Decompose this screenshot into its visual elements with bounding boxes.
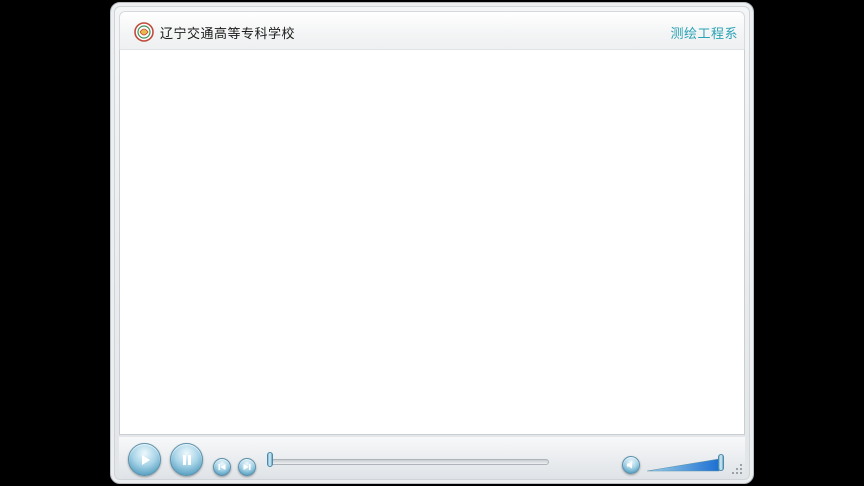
volume-handle[interactable] (718, 454, 724, 471)
seek-bar[interactable] (269, 459, 549, 465)
title-bar: 辽宁交通高等专科学校 测绘工程系 (119, 11, 745, 49)
resize-grip-icon[interactable] (731, 463, 743, 475)
school-logo-icon (134, 22, 154, 42)
next-button[interactable] (238, 458, 256, 476)
pause-icon (182, 454, 191, 465)
school-name: 辽宁交通高等专科学校 (160, 27, 296, 42)
play-button[interactable] (128, 443, 161, 476)
play-icon (141, 454, 150, 465)
mute-button[interactable] (622, 456, 640, 474)
control-bar (119, 437, 745, 479)
department-name: 测绘工程系 (670, 27, 738, 42)
previous-icon (218, 464, 226, 470)
speaker-icon (627, 461, 632, 469)
pause-button[interactable] (170, 443, 203, 476)
video-player-window: 辽宁交通高等专科学校 测绘工程系 (110, 2, 754, 484)
seek-handle[interactable] (267, 452, 273, 467)
video-display-area[interactable] (119, 49, 745, 435)
previous-button[interactable] (213, 458, 231, 476)
next-icon (243, 464, 251, 470)
volume-slider[interactable] (647, 456, 721, 472)
